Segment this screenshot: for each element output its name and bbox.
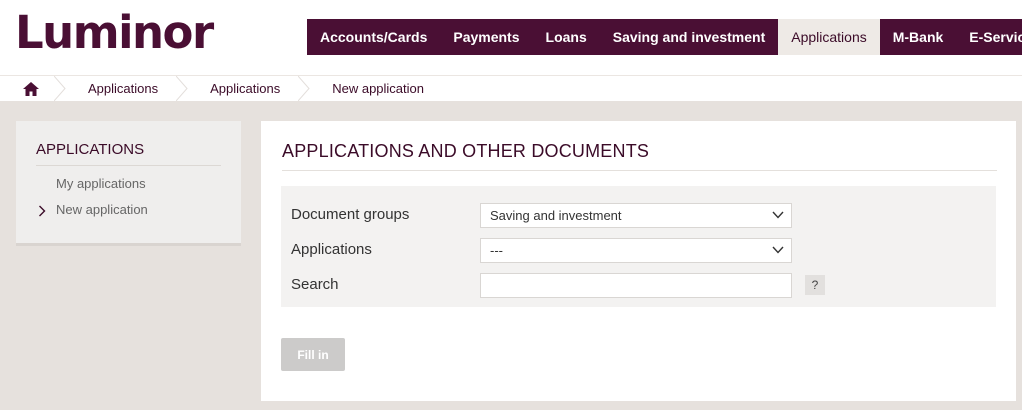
home-icon — [23, 81, 39, 96]
top-navigation: Accounts/Cards Payments Loans Saving and… — [307, 19, 1022, 55]
breadcrumb-separator-icon — [54, 76, 66, 101]
breadcrumb-item-new-application: New application — [332, 81, 424, 96]
chevron-down-icon — [772, 211, 784, 219]
chevron-right-icon — [39, 205, 46, 217]
nav-applications[interactable]: Applications — [778, 19, 880, 55]
search-label: Search — [291, 276, 339, 293]
applications-value: --- — [490, 243, 503, 258]
breadcrumb-separator-icon — [176, 76, 188, 101]
breadcrumb-item-applications[interactable]: Applications — [66, 76, 176, 101]
help-button[interactable]: ? — [805, 275, 825, 295]
page-title: APPLICATIONS AND OTHER DOCUMENTS — [282, 141, 997, 171]
document-groups-label: Document groups — [291, 206, 410, 223]
nav-e-services[interactable]: E-Services — [956, 19, 1022, 55]
breadcrumb-separator-icon — [298, 76, 310, 101]
nav-loans[interactable]: Loans — [532, 19, 600, 55]
fill-in-button[interactable]: Fill in — [281, 338, 345, 371]
sidebar-item-my-applications[interactable]: My applications — [56, 176, 146, 191]
header: Luminor Accounts/Cards Payments Loans Sa… — [0, 0, 1022, 75]
document-groups-value: Saving and investment — [490, 208, 622, 223]
applications-select[interactable]: --- — [480, 238, 792, 263]
nav-payments[interactable]: Payments — [440, 19, 533, 55]
nav-m-bank[interactable]: M-Bank — [879, 19, 957, 55]
sidebar-title: APPLICATIONS — [36, 141, 221, 166]
nav-saving-and-investment[interactable]: Saving and investment — [599, 19, 779, 55]
main-panel: APPLICATIONS AND OTHER DOCUMENTS Documen… — [261, 121, 1016, 401]
search-input[interactable] — [480, 273, 792, 298]
sidebar-item-new-application[interactable]: New application — [56, 202, 148, 217]
breadcrumb-bar: Applications Applications New applicatio… — [0, 75, 1022, 101]
chevron-down-icon — [772, 246, 784, 254]
luminor-logo[interactable]: Luminor — [15, 10, 214, 55]
nav-accounts-cards[interactable]: Accounts/Cards — [307, 19, 441, 55]
document-groups-select[interactable]: Saving and investment — [480, 203, 792, 228]
breadcrumb-item-applications-sub[interactable]: Applications — [188, 76, 298, 101]
sidebar: APPLICATIONS My applications New applica… — [16, 121, 241, 243]
applications-label: Applications — [291, 241, 372, 258]
breadcrumb-home[interactable] — [8, 76, 54, 101]
breadcrumb: Applications Applications New applicatio… — [0, 76, 442, 101]
application-filter-form: Document groups Saving and investment Ap… — [281, 186, 996, 307]
